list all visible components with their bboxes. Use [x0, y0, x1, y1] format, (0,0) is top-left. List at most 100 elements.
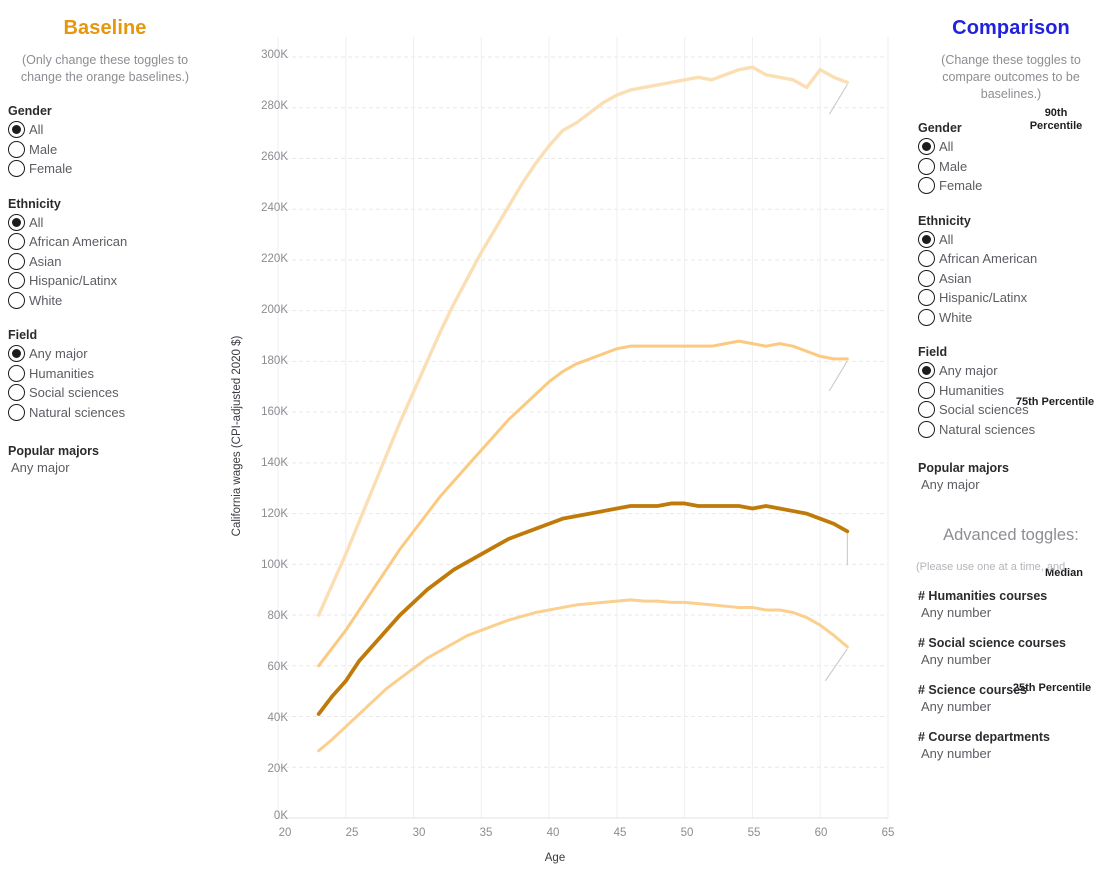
radio-icon[interactable] — [8, 160, 25, 178]
radio-icon[interactable] — [8, 233, 25, 251]
baseline-field-option-natural-sciences[interactable]: Natural sciences — [8, 403, 210, 423]
radio-icon[interactable] — [8, 140, 25, 158]
baseline-ethnicity-option-hispanic-latinx[interactable]: Hispanic/Latinx — [8, 271, 210, 291]
radio-label: All — [939, 231, 954, 247]
radio-icon[interactable] — [8, 213, 25, 231]
baseline-field-option-humanities[interactable]: Humanities — [8, 364, 210, 384]
radio-icon[interactable] — [918, 401, 935, 419]
radio-label: Natural sciences — [939, 421, 1036, 437]
x-tick-50: 50 — [680, 827, 694, 839]
radio-icon[interactable] — [918, 138, 935, 156]
leader-lines — [824, 84, 848, 682]
y-tick-300k: 300K — [261, 49, 288, 61]
comparison-gender-option-female[interactable]: Female — [918, 176, 1116, 196]
baseline-popular-majors-value[interactable]: Any major — [8, 460, 210, 475]
wages-line-chart: California wages (CPI-adjusted 2020 $) A… — [200, 0, 1094, 893]
advanced-humanities-courses: # Humanities courses Any number — [906, 589, 1116, 620]
y-tick-80k: 80K — [267, 610, 288, 622]
comparison-popular-majors-label: Popular majors — [918, 461, 1009, 475]
comparison-field-option-any-major[interactable]: Any major — [918, 361, 1116, 381]
baseline-group-field: Field Any major Humanities Social scienc… — [0, 328, 210, 422]
comparison-popular-majors-value[interactable]: Any major — [918, 477, 1116, 492]
radio-icon[interactable] — [918, 381, 935, 399]
radio-icon[interactable] — [8, 403, 25, 421]
radio-icon[interactable] — [8, 272, 25, 290]
advanced-social-science-courses-value[interactable]: Any number — [918, 652, 1116, 667]
x-tick-60: 60 — [814, 827, 828, 839]
baseline-ethnicity-label: Ethnicity — [8, 196, 61, 211]
series-line — [316, 65, 850, 617]
advanced-course-departments-label: # Course departments — [918, 730, 1050, 744]
radio-label: Any major — [939, 363, 998, 379]
radio-icon[interactable] — [8, 384, 25, 402]
radio-label: White — [939, 309, 973, 325]
advanced-humanities-courses-label: # Humanities courses — [918, 589, 1048, 603]
x-tick-25: 25 — [345, 827, 359, 839]
baseline-gender-label: Gender — [8, 104, 52, 118]
x-tick-65: 65 — [881, 827, 895, 839]
radio-label: African American — [29, 234, 128, 250]
x-tick-45: 45 — [613, 827, 627, 839]
y-tick-120k: 120K — [261, 508, 288, 520]
radio-label: Female — [939, 178, 983, 194]
radio-icon[interactable] — [918, 308, 935, 326]
radio-label: Asian — [939, 270, 972, 286]
baseline-ethnicity-option-all[interactable]: All — [8, 213, 210, 233]
advanced-toggles-note: (Please use one at a time, and.. — [916, 561, 1072, 573]
radio-label: Female — [29, 161, 73, 177]
leader-line — [828, 360, 848, 392]
radio-icon[interactable] — [918, 157, 935, 175]
comparison-field-option-humanities[interactable]: Humanities — [918, 381, 1116, 401]
radio-icon[interactable] — [918, 420, 935, 438]
comparison-ethnicity-option-all[interactable]: All — [918, 230, 1116, 250]
x-axis-title: Age — [544, 852, 566, 864]
radio-icon[interactable] — [918, 362, 935, 380]
radio-icon[interactable] — [8, 364, 25, 382]
comparison-gender-label: Gender — [918, 121, 962, 135]
comparison-title: Comparison — [952, 17, 1070, 39]
radio-icon[interactable] — [8, 121, 25, 139]
comparison-ethnicity-option-asian[interactable]: Asian — [918, 269, 1116, 289]
series-line — [317, 598, 849, 753]
comparison-sidebar: Comparison (Change these toggles to comp… — [906, 0, 1116, 893]
comparison-ethnicity-option-african-american[interactable]: African American — [918, 249, 1116, 269]
y-tick-40k: 40K — [267, 712, 288, 724]
series-lines — [316, 65, 850, 753]
baseline-ethnicity-option-asian[interactable]: Asian — [8, 252, 210, 272]
plot-canvas — [277, 37, 889, 819]
radio-icon[interactable] — [918, 177, 935, 195]
radio-label: Humanities — [29, 365, 95, 381]
radio-icon[interactable] — [8, 252, 25, 270]
baseline-field-option-social-sciences[interactable]: Social sciences — [8, 383, 210, 403]
baseline-gender-option-female[interactable]: Female — [8, 159, 210, 179]
radio-icon[interactable] — [918, 289, 935, 307]
radio-icon[interactable] — [8, 345, 25, 363]
comparison-ethnicity-option-white[interactable]: White — [918, 308, 1116, 328]
baseline-ethnicity-option-white[interactable]: White — [8, 291, 210, 311]
advanced-social-science-courses: # Social science courses Any number — [906, 636, 1116, 667]
radio-icon[interactable] — [918, 250, 935, 268]
radio-label: Male — [939, 158, 968, 174]
radio-label: Hispanic/Latinx — [29, 273, 118, 289]
comparison-field-option-social-sciences[interactable]: Social sciences — [918, 400, 1116, 420]
radio-label: Male — [29, 141, 58, 157]
advanced-humanities-courses-value[interactable]: Any number — [918, 605, 1116, 620]
comparison-ethnicity-option-hispanic-latinx[interactable]: Hispanic/Latinx — [918, 288, 1116, 308]
comparison-gender-option-male[interactable]: Male — [918, 157, 1116, 177]
advanced-science-courses-value[interactable]: Any number — [918, 699, 1116, 714]
radio-icon[interactable] — [918, 269, 935, 287]
radio-icon[interactable] — [918, 230, 935, 248]
comparison-field-label: Field — [918, 345, 948, 359]
y-tick-160k: 160K — [261, 406, 288, 418]
baseline-field-option-any-major[interactable]: Any major — [8, 344, 210, 364]
comparison-gender-option-all[interactable]: All — [918, 137, 1116, 157]
baseline-ethnicity-option-african-american[interactable]: African American — [8, 232, 210, 252]
baseline-gender-option-all[interactable]: All — [8, 120, 210, 140]
baseline-gender-option-male[interactable]: Male — [8, 140, 210, 160]
wages-explorer-app: Baseline (Only change these toggles to c… — [0, 0, 1116, 893]
radio-label: White — [29, 292, 63, 308]
baseline-subtitle: (Only change these toggles to change the… — [20, 53, 190, 84]
advanced-course-departments-value[interactable]: Any number — [918, 746, 1116, 761]
radio-icon[interactable] — [8, 291, 25, 309]
comparison-field-option-natural-sciences[interactable]: Natural sciences — [918, 420, 1116, 440]
